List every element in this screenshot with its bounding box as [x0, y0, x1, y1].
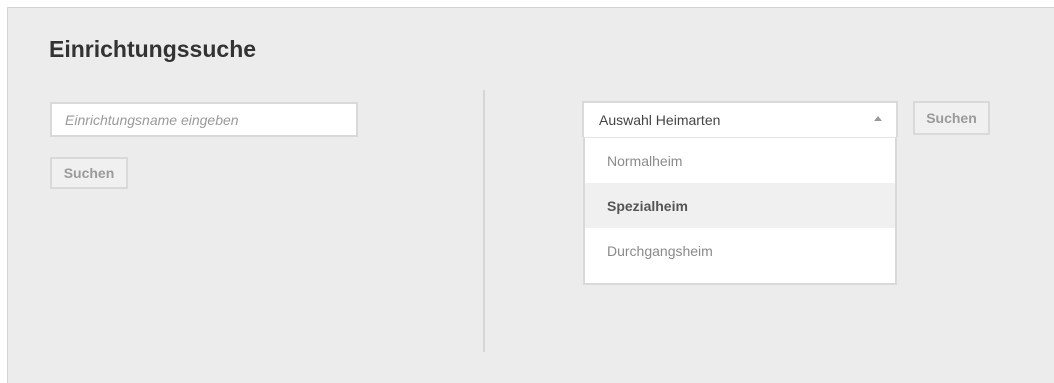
page-title: Einrichtungssuche	[49, 36, 257, 62]
caret-up-icon	[874, 116, 882, 121]
home-type-select-label: Auswahl Heimarten	[599, 112, 721, 128]
home-type-select[interactable]: Auswahl Heimarten	[582, 101, 898, 137]
type-search-button[interactable]: Suchen	[913, 101, 990, 135]
name-search-button[interactable]: Suchen	[50, 157, 128, 189]
column-divider	[483, 90, 485, 352]
search-panel: Einrichtungssuche Suchen Auswahl Heimart…	[7, 7, 1054, 383]
option-normalheim[interactable]: Normalheim	[585, 138, 895, 183]
facility-name-input[interactable]	[50, 102, 358, 137]
option-spezialheim[interactable]: Spezialheim	[585, 183, 895, 228]
home-type-dropdown: Normalheim Spezialheim Durchgangsheim	[583, 137, 897, 285]
option-durchgangsheim[interactable]: Durchgangsheim	[585, 228, 895, 273]
